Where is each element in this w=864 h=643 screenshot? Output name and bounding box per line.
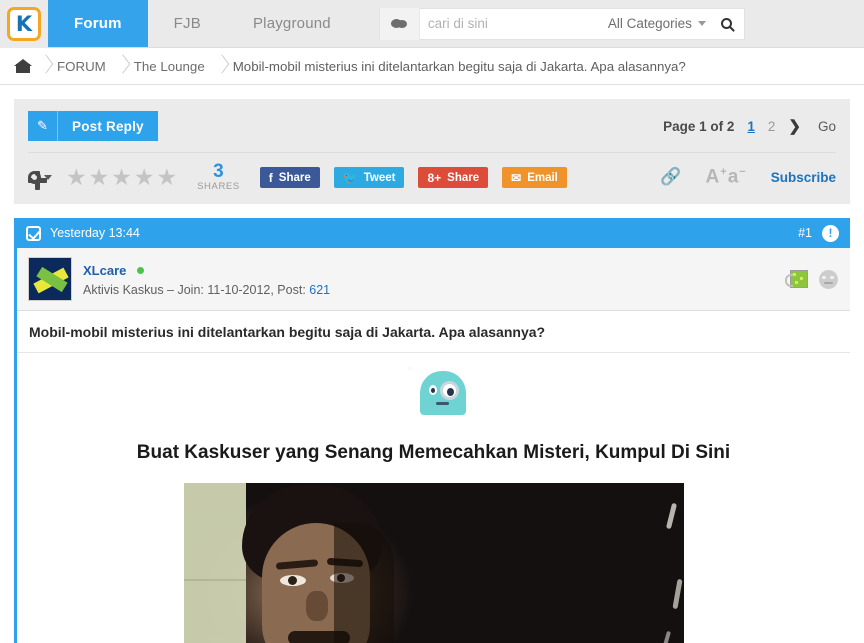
post-body: Buat Kaskuser yang Senang Memecahkan Mis…	[17, 353, 850, 643]
toolbar-right-group: 🔗 A+a− Subscribe	[660, 166, 836, 188]
breadcrumb-item-thread: Mobil-mobil misterius ini ditelantarkan …	[232, 58, 686, 74]
toolbar-row-top: ✎ Post Reply Page 1 of 2 1 2 ❯ Go	[14, 99, 850, 152]
chain-link-icon[interactable]: 🔗	[660, 167, 681, 187]
subscribe-button[interactable]: Subscribe	[771, 170, 836, 185]
logo-letter: K	[15, 11, 33, 36]
search-bar: All Categories	[378, 7, 745, 40]
font-size-control[interactable]: A+a−	[706, 166, 747, 188]
rating-stars[interactable]: ★ ★ ★ ★ ★	[66, 166, 177, 189]
post-username[interactable]: XLcare	[83, 263, 126, 278]
nav-item-fjb[interactable]: FJB	[148, 0, 227, 47]
star-icon[interactable]: ★	[134, 166, 155, 189]
post-body-heading: Buat Kaskuser yang Senang Memecahkan Mis…	[136, 442, 731, 463]
search-category-label: All Categories	[607, 16, 692, 31]
star-icon[interactable]: ★	[66, 166, 87, 189]
breadcrumb-separator	[212, 56, 226, 76]
pagination-go-button[interactable]: Go	[818, 119, 836, 134]
post-reply-button[interactable]: ✎ Post Reply	[28, 111, 158, 141]
chevron-right-icon[interactable]: ❯	[788, 117, 801, 135]
nav-item-playground-label: Playground	[252, 15, 331, 32]
share-count-label: SHARES	[197, 181, 240, 192]
breadcrumb-separator	[113, 56, 127, 76]
nav-item-fjb-label: FJB	[173, 15, 201, 32]
breadcrumb-separator	[36, 56, 50, 76]
emoticon-body	[419, 371, 466, 415]
twitter-tweet-button[interactable]: 🐦 Tweet	[333, 167, 405, 188]
post-header: Yesterday 13:44 #1 !	[17, 218, 850, 248]
chat-bubble-glyph	[391, 18, 408, 29]
post-user-text: XLcare Aktivis Kaskus – Join: 11-10-2012…	[83, 262, 330, 297]
search-icon	[721, 18, 733, 29]
thread-tools-dropdown[interactable]	[28, 171, 52, 190]
nav-item-forum[interactable]: Forum	[48, 0, 148, 47]
post-reputation-actions	[785, 269, 838, 289]
email-share-button[interactable]: ✉ Email	[502, 167, 567, 188]
envelope-icon: ✉	[511, 170, 522, 185]
post-user-bar: XLcare Aktivis Kaskus – Join: 11-10-2012…	[17, 248, 850, 311]
post-body-image	[183, 482, 684, 643]
top-navigation-bar: K Forum FJB Playground All Categories	[0, 0, 864, 48]
post-container: Yesterday 13:44 #1 ! XLcare Aktivis Kask…	[14, 218, 850, 643]
logo-icon: K	[7, 7, 41, 41]
thinking-detective-emoticon	[398, 365, 470, 419]
post-user-meta: Aktivis Kaskus – Join: 11-10-2012, Post:…	[83, 283, 330, 297]
email-share-label: Email	[527, 171, 558, 184]
avatar[interactable]	[28, 257, 72, 301]
home-icon[interactable]	[14, 58, 32, 74]
post-header-left: Yesterday 13:44	[26, 225, 140, 241]
post-timestamp: Yesterday 13:44	[50, 226, 140, 240]
magnifier-icon	[439, 381, 459, 400]
share-count-number: 3	[213, 161, 224, 182]
nav-item-forum-label: Forum	[74, 15, 122, 32]
post-user-meta-text: Aktivis Kaskus – Join: 11-10-2012, Post:	[83, 282, 310, 297]
pagination-info: Page 1 of 2	[663, 118, 735, 134]
chat-bubble-icon[interactable]	[379, 7, 420, 40]
star-icon[interactable]: ★	[89, 166, 110, 189]
googleplus-share-button[interactable]: 8+ Share	[418, 167, 489, 188]
post-header-right: #1 !	[798, 224, 839, 242]
share-count: 3 SHARES	[197, 161, 240, 192]
post-user-info: XLcare Aktivis Kaskus – Join: 11-10-2012…	[28, 257, 330, 301]
facebook-icon: f	[268, 170, 273, 185]
facebook-share-button[interactable]: f Share	[259, 167, 320, 188]
chevron-down-icon	[697, 21, 706, 26]
online-status-icon	[136, 266, 144, 274]
cendol-green-icon[interactable]	[785, 270, 808, 288]
lightbulb-icon	[402, 369, 418, 389]
site-logo[interactable]: K	[0, 0, 48, 48]
gear-icon	[28, 171, 47, 190]
search-category-dropdown[interactable]: All Categories	[600, 16, 710, 31]
toolbar-left-group: ★ ★ ★ ★ ★ 3 SHARES f Share 🐦 Tweet 8+ Sh…	[28, 161, 567, 192]
breadcrumb-item-forum[interactable]: FORUM	[52, 59, 111, 74]
breadcrumb: FORUM The Lounge Mobil-mobil misterius i…	[0, 48, 864, 85]
report-exclamation-icon[interactable]: !	[822, 224, 839, 242]
googleplus-icon: 8+	[427, 170, 442, 185]
search-input[interactable]	[419, 8, 600, 39]
twitter-icon: 🐦	[342, 170, 358, 185]
pagination: Page 1 of 2 1 2 ❯ Go	[663, 117, 836, 135]
breadcrumb-item-lounge[interactable]: The Lounge	[129, 59, 210, 74]
thread-toolbar: ✎ Post Reply Page 1 of 2 1 2 ❯ Go ★ ★ ★ …	[14, 99, 850, 204]
page-root: K Forum FJB Playground All Categories	[0, 0, 864, 643]
post-number[interactable]: #1	[798, 226, 812, 240]
bata-grey-icon[interactable]	[819, 269, 838, 289]
nav-item-playground[interactable]: Playground	[227, 0, 357, 47]
facebook-share-label: Share	[278, 171, 311, 184]
post-username-row: XLcare	[83, 262, 330, 280]
post-title: Mobil-mobil misterius ini ditelantarkan …	[17, 311, 850, 353]
star-icon[interactable]: ★	[111, 166, 132, 189]
googleplus-share-label: Share	[447, 171, 480, 184]
checkbox-checked-icon[interactable]	[26, 225, 41, 241]
pagination-page-1[interactable]: 1	[747, 119, 755, 134]
toolbar-row-bottom: ★ ★ ★ ★ ★ 3 SHARES f Share 🐦 Tweet 8+ Sh…	[14, 153, 850, 204]
star-icon[interactable]: ★	[157, 166, 178, 189]
post-reply-label: Post Reply	[72, 118, 144, 134]
search-submit-button[interactable]	[710, 8, 744, 40]
pagination-page-2[interactable]: 2	[768, 119, 776, 134]
pencil-icon: ✎	[28, 111, 58, 141]
twitter-tweet-label: Tweet	[363, 171, 396, 184]
post-user-post-count[interactable]: 621	[309, 283, 330, 297]
